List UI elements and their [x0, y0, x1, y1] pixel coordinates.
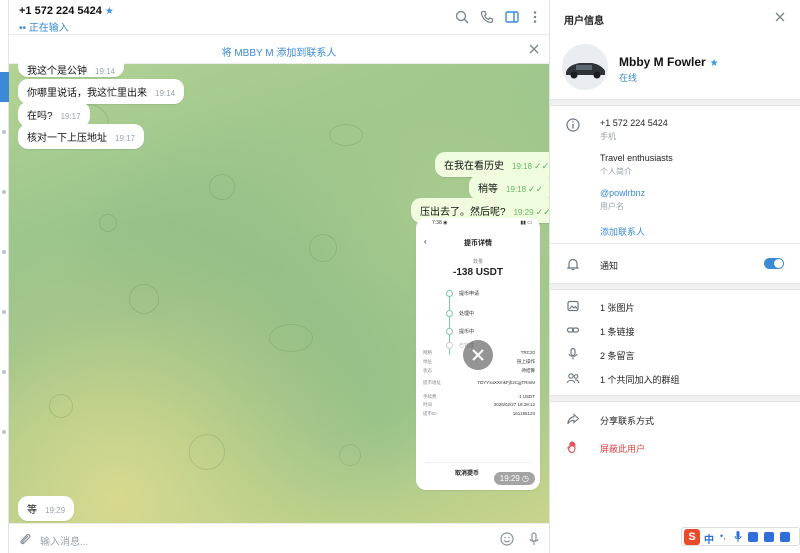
thin-divider — [550, 243, 800, 244]
message-bubble[interactable]: 你哪里说话，我这忙里出来 19:14 — [18, 79, 185, 104]
message-bubble[interactable]: 等 19:29 — [18, 496, 75, 521]
chat-list-dot — [2, 370, 6, 374]
shared-item-voice[interactable]: 2 条留言 — [600, 349, 635, 362]
phone-label: 手机 — [600, 132, 616, 141]
toolbox-icon[interactable] — [780, 532, 790, 542]
step-dot — [446, 328, 453, 335]
notifications-toggle[interactable] — [764, 258, 784, 269]
chat-list-dot — [2, 430, 6, 434]
info-icon — [566, 118, 580, 132]
section-divider — [550, 283, 800, 290]
premium-star-icon: ★ — [104, 6, 114, 17]
photo-message[interactable]: 7:38 ◉ ▮▮ ▭ ‹ 提币详情 数量 -138 USDT 提币申请 处理中 … — [416, 218, 540, 490]
online-status: 在线 — [619, 73, 638, 83]
photo-icon — [566, 299, 580, 313]
close-icon[interactable] — [528, 43, 540, 55]
clock-icon: ◷ — [522, 474, 529, 483]
telegram-window: +1 572 224 5424 ★ •• 正在输入 将 MBBY M 添加到联系人 — [0, 0, 800, 553]
read-check-icon: ✓✓ — [534, 161, 550, 171]
panel-title: 用户信息 — [564, 16, 604, 27]
chat-list-dot — [2, 310, 6, 314]
phone-call-icon[interactable] — [479, 9, 495, 25]
chat-header[interactable]: +1 572 224 5424 ★ •• 正在输入 — [9, 0, 549, 35]
search-icon[interactable] — [454, 9, 470, 25]
step-dot — [446, 290, 453, 297]
message-composer[interactable]: 输入消息... — [9, 523, 549, 553]
add-contact-banner-label[interactable]: 将 MBBY M 添加到联系人 — [222, 44, 337, 59]
message-bubble[interactable]: 我这个是公钟 19:14 — [18, 60, 125, 77]
ime-toolbar[interactable]: S 中 •, — [681, 527, 800, 546]
phone-number[interactable]: +1 572 224 5424 — [600, 118, 668, 128]
media-time: 19:29 ◷ — [493, 472, 535, 485]
avatar[interactable] — [562, 44, 608, 90]
voice-input-icon[interactable] — [734, 530, 742, 543]
group-icon — [566, 371, 580, 385]
shared-item-links[interactable]: 1 条链接 — [600, 325, 635, 338]
step-dot — [446, 310, 453, 317]
punctuation-icon[interactable]: •, — [720, 531, 726, 541]
block-user-button[interactable]: 屏蔽此用户 — [600, 442, 645, 455]
attach-icon[interactable] — [17, 531, 33, 547]
user-info-panel: 用户信息 Mbby M Fowler ★ 在线 +1 572 224 5424 手… — [549, 0, 800, 553]
chat-list-edge — [0, 0, 9, 553]
message-bubble-outgoing[interactable]: 稍等 19:18 ✓✓ — [469, 175, 553, 200]
close-overlay-icon[interactable] — [463, 340, 493, 370]
section-divider — [550, 99, 800, 106]
message-bubble[interactable]: 核对一下上压地址 19:17 — [18, 124, 145, 149]
section-divider — [550, 395, 800, 402]
skin-icon[interactable] — [764, 532, 774, 542]
add-contact-link[interactable]: 添加联系人 — [600, 225, 645, 238]
message-bubble-outgoing[interactable]: 在我在看历史 19:18 ✓✓ — [435, 152, 559, 177]
message-input[interactable]: 输入消息... — [40, 533, 88, 548]
microphone-icon — [566, 347, 580, 361]
emoji-icon[interactable] — [499, 531, 515, 547]
bio-label: 个人简介 — [600, 167, 632, 176]
block-hand-icon — [566, 440, 580, 454]
chat-pane: +1 572 224 5424 ★ •• 正在输入 将 MBBY M 添加到联系人 — [9, 0, 560, 553]
username-link[interactable]: @powlrbnz — [600, 188, 645, 198]
read-check-icon: ✓✓ — [528, 184, 544, 194]
chat-list-dot — [2, 190, 6, 194]
share-contact-button[interactable]: 分享联系方式 — [600, 414, 654, 427]
ime-mode[interactable]: 中 — [704, 531, 714, 546]
signal-battery-icon: ▮▮ ▭ — [520, 220, 532, 226]
selected-chat-indicator[interactable] — [0, 72, 9, 102]
bell-icon — [566, 257, 580, 271]
share-icon — [566, 412, 580, 426]
profile-name: Mbby M Fowler ★ — [619, 55, 719, 69]
typing-status: •• 正在输入 — [19, 23, 69, 34]
shared-item-groups[interactable]: 1 个共同加入的群组 — [600, 373, 680, 386]
microphone-icon[interactable] — [526, 531, 542, 547]
shared-item-photos[interactable]: 1 张图片 — [600, 301, 635, 314]
step-dot — [446, 342, 453, 349]
sogou-logo-icon[interactable]: S — [684, 529, 700, 545]
username-label: 用户名 — [600, 202, 624, 211]
chat-list-dot — [2, 130, 6, 134]
chat-title[interactable]: +1 572 224 5424 ★ — [19, 5, 114, 17]
chat-list-dot — [2, 250, 6, 254]
keyboard-icon[interactable] — [748, 532, 758, 542]
bio-text[interactable]: Travel enthusiasts — [600, 153, 673, 163]
notifications-label: 通知 — [600, 261, 619, 271]
link-icon — [566, 323, 580, 337]
premium-star-icon: ★ — [709, 58, 719, 69]
more-menu-icon[interactable] — [527, 9, 543, 25]
sidebar-toggle-icon[interactable] — [504, 9, 520, 25]
close-icon[interactable] — [774, 11, 786, 23]
